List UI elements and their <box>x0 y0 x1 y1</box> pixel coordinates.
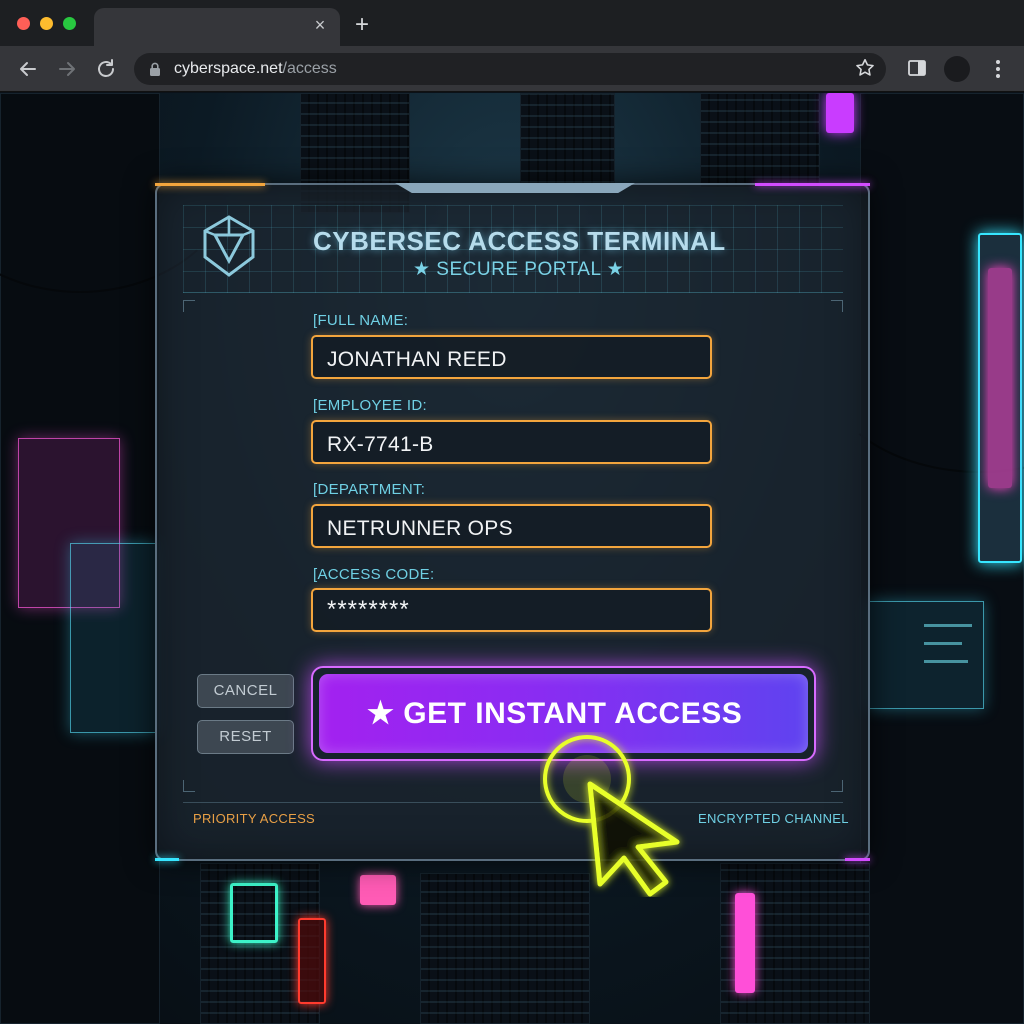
new-tab-button[interactable]: + <box>352 13 372 37</box>
address-bar[interactable]: cyberspace.net/access <box>134 53 886 85</box>
url-path: /access <box>282 60 337 77</box>
employee-id-label: [EMPLOYEE ID: <box>313 397 427 414</box>
corner-accent-amber <box>155 183 265 186</box>
encrypted-channel-text: ENCRYPTED CHANNEL <box>698 811 849 826</box>
shield-triangle-logo-icon <box>203 215 255 277</box>
access-code-input[interactable]: ******** <box>311 588 712 632</box>
browser-titlebar: × + <box>0 0 1024 46</box>
corner-accent-magenta <box>755 183 870 186</box>
lock-icon <box>150 62 160 76</box>
department-value: NETRUNNER OPS <box>327 517 513 540</box>
hologram-panel <box>70 543 156 733</box>
kebab-menu-icon[interactable] <box>988 58 1008 80</box>
hologram-detail <box>924 660 968 663</box>
reset-button[interactable]: RESET <box>197 720 294 754</box>
get-instant-access-label: ★ GET INSTANT ACCESS <box>367 697 743 730</box>
cancel-button[interactable]: CANCEL <box>197 674 294 708</box>
full-name-value: JONATHAN REED <box>327 348 507 371</box>
tab-close-icon[interactable]: × <box>312 16 328 34</box>
hologram-detail <box>924 624 972 627</box>
neon-sign <box>360 875 396 905</box>
hologram-panel <box>868 601 984 709</box>
corner-accent-magenta <box>845 858 870 861</box>
neon-sign <box>735 893 755 993</box>
bookmark-star-icon[interactable] <box>854 57 876 79</box>
neon-sign <box>988 268 1012 488</box>
hologram-detail <box>924 642 962 645</box>
side-panel-icon[interactable] <box>907 58 927 78</box>
frame-corner <box>183 780 195 792</box>
full-name-input[interactable]: JONATHAN REED <box>311 335 712 379</box>
access-code-label: [ACCESS CODE: <box>313 566 435 583</box>
frame-corner <box>831 300 843 312</box>
reload-icon[interactable] <box>94 57 118 81</box>
forward-arrow-icon[interactable] <box>55 57 79 81</box>
window-minimize-button[interactable] <box>40 17 53 30</box>
access-terminal-panel: CYBERSEC ACCESS TERMINAL ★ SECURE PORTAL… <box>155 93 870 861</box>
corner-accent-cyan <box>155 858 179 861</box>
browser-tab[interactable] <box>94 8 340 46</box>
neon-sign <box>230 883 278 943</box>
browser-toolbar: cyberspace.net/access <box>0 46 1024 92</box>
frame-corner <box>183 300 195 312</box>
profile-avatar[interactable] <box>944 56 970 82</box>
department-label: [DEPARTMENT: <box>313 481 426 498</box>
window-maximize-button[interactable] <box>63 17 76 30</box>
frame-corner <box>831 780 843 792</box>
employee-id-value: RX-7741-B <box>327 433 434 456</box>
access-code-value: ******** <box>327 596 410 623</box>
employee-id-input[interactable]: RX-7741-B <box>311 420 712 464</box>
footer-divider <box>183 802 843 803</box>
pointer-cursor-icon <box>543 735 680 897</box>
page-title: CYBERSEC ACCESS TERMINAL <box>313 226 726 256</box>
department-input[interactable]: NETRUNNER OPS <box>311 504 712 548</box>
window-close-button[interactable] <box>17 17 30 30</box>
url-domain: cyberspace.net <box>174 60 283 77</box>
url-text: cyberspace.net/access <box>174 60 337 78</box>
full-name-label: [FULL NAME: <box>313 312 409 329</box>
priority-access-text: PRIORITY ACCESS <box>193 811 316 826</box>
neon-sign <box>298 918 326 1004</box>
page-subtitle: ★ SECURE PORTAL ★ <box>413 259 625 280</box>
back-arrow-icon[interactable] <box>16 57 40 81</box>
panel-top-notch <box>395 183 635 193</box>
